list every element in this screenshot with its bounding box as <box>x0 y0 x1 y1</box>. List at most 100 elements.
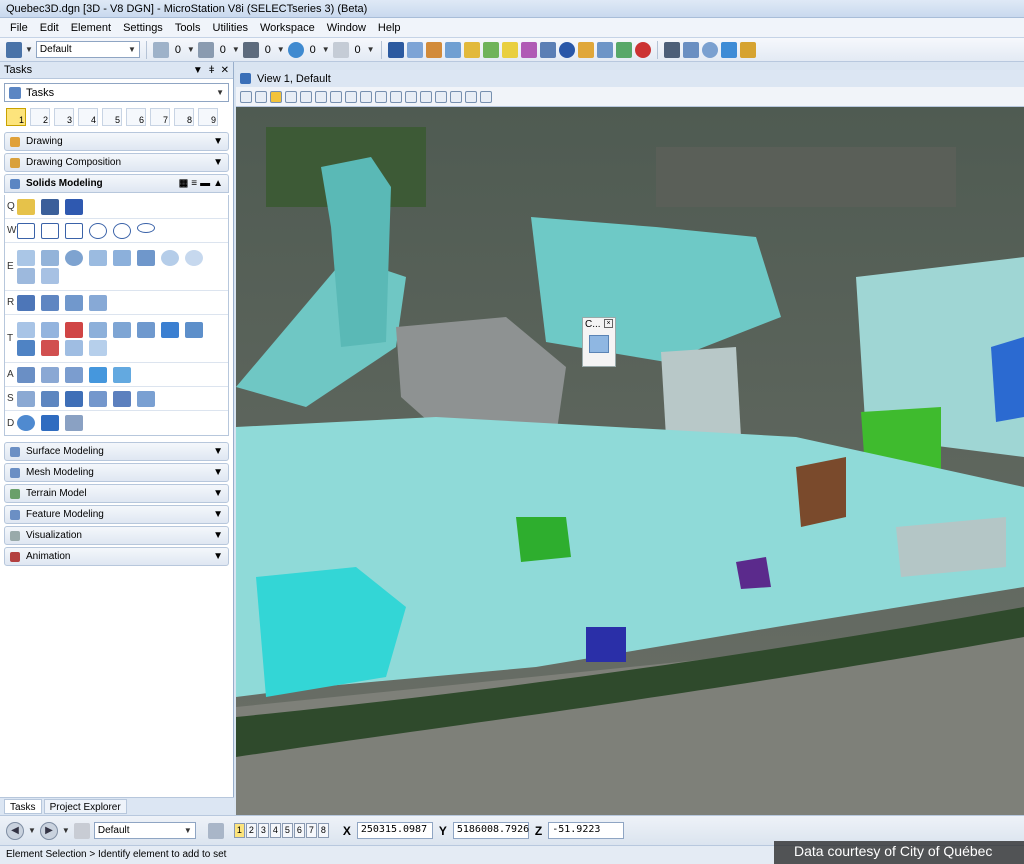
network-icon[interactable] <box>720 41 737 58</box>
delete-tool[interactable]: 8 <box>174 108 194 126</box>
delete-fence-tool[interactable]: 3 <box>54 108 74 126</box>
view-button-3[interactable]: 3 <box>257 823 269 838</box>
menu-workspace[interactable]: Workspace <box>260 22 315 34</box>
task-group-surface-modeling[interactable]: Surface Modeling ▼ <box>4 442 229 461</box>
element-selection-tool[interactable]: 1 <box>6 108 26 126</box>
window-area-icon[interactable] <box>330 90 342 103</box>
menu-settings[interactable]: Settings <box>123 22 163 34</box>
solid-utility-icon[interactable] <box>41 415 59 431</box>
task-select[interactable]: Tasks ▼ <box>4 83 229 102</box>
view-1-viewport[interactable]: C... × <box>236 107 1024 815</box>
raster-icon[interactable] <box>444 41 461 58</box>
polyhedron-icon[interactable] <box>41 267 59 284</box>
primary-tools-icon[interactable] <box>387 41 404 58</box>
shape-icon[interactable] <box>65 222 83 239</box>
zoom-in-icon[interactable] <box>300 90 312 103</box>
task-group-drawing-composition[interactable]: Drawing Composition ▼ <box>4 153 229 172</box>
sweep-icon[interactable] <box>65 294 83 311</box>
slab-icon[interactable] <box>17 249 35 266</box>
references-icon[interactable] <box>425 41 442 58</box>
menu-element[interactable]: Element <box>71 22 111 34</box>
menu-file[interactable]: File <box>10 22 28 34</box>
update-icon[interactable] <box>285 90 297 103</box>
convert-icon[interactable] <box>89 339 107 356</box>
camera-icon[interactable] <box>435 90 447 103</box>
construct-icon[interactable] <box>41 390 59 407</box>
list-view-toggle-icon[interactable]: ≡ <box>191 178 197 189</box>
forward-icon[interactable]: ▶ <box>39 821 58 840</box>
intersection-icon[interactable] <box>89 321 107 338</box>
split-icon[interactable] <box>17 339 35 356</box>
view-button-8[interactable]: 8 <box>317 823 329 838</box>
task-group-animation[interactable]: Animation ▼ <box>4 547 229 566</box>
cylinder-icon[interactable] <box>89 249 107 266</box>
remove-faces-icon[interactable] <box>41 339 59 356</box>
spin-icon[interactable] <box>113 390 131 407</box>
difference-icon[interactable] <box>41 321 59 338</box>
task-group-mesh-modeling[interactable]: Mesh Modeling ▼ <box>4 463 229 482</box>
rectangle-icon[interactable] <box>17 222 35 239</box>
global-solid-icon[interactable] <box>17 415 35 431</box>
revolve-icon[interactable] <box>41 294 59 311</box>
view-button-4[interactable]: 4 <box>269 823 281 838</box>
task-group-terrain-model[interactable]: Terrain Model ▼ <box>4 484 229 503</box>
display-style-icon[interactable] <box>255 90 267 103</box>
scale-tool[interactable]: 7 <box>150 108 170 126</box>
element-attributes-icon[interactable] <box>6 41 22 58</box>
view-button-2[interactable]: 2 <box>245 823 257 838</box>
brush-icon[interactable] <box>73 822 90 839</box>
calculator-icon[interactable] <box>596 41 613 58</box>
move-face-icon[interactable] <box>41 366 59 383</box>
union-icon[interactable] <box>17 321 35 338</box>
task-group-drawing[interactable]: Drawing ▼ <box>4 132 229 151</box>
search-icon[interactable] <box>577 41 594 58</box>
menu-window[interactable]: Window <box>327 22 366 34</box>
color-icon[interactable] <box>152 41 169 58</box>
x-coordinate-field[interactable]: 250315.0987 <box>356 822 433 839</box>
mini-toolbox[interactable]: C... × <box>582 317 616 367</box>
chevron-down-icon[interactable]: ▼ <box>277 45 285 54</box>
list-view-toggle-icon[interactable]: ▬ <box>200 178 210 189</box>
clip-mask-icon[interactable] <box>465 90 477 103</box>
torus-icon[interactable] <box>161 249 179 266</box>
box-icon[interactable] <box>17 267 35 284</box>
draft-icon[interactable] <box>89 390 107 407</box>
pin-icon[interactable]: ǂ <box>209 65 215 76</box>
gear-icon[interactable] <box>137 390 155 407</box>
extrude-icon[interactable] <box>17 294 35 311</box>
view-button-6[interactable]: 6 <box>293 823 305 838</box>
arc-icon[interactable] <box>41 198 59 215</box>
view-groups-icon[interactable] <box>207 822 224 839</box>
face-icon[interactable] <box>185 321 203 338</box>
rotate-view-icon[interactable] <box>360 90 372 103</box>
view-attributes-icon[interactable] <box>240 90 252 103</box>
chevron-down-icon[interactable]: ▼ <box>367 45 375 54</box>
paint-tool[interactable]: 5 <box>102 108 122 126</box>
solid-tool-icon[interactable] <box>589 335 609 353</box>
rotate-face-icon[interactable] <box>65 366 83 383</box>
zoom-out-icon[interactable] <box>315 90 327 103</box>
wedge-icon[interactable] <box>137 249 155 266</box>
pan-icon[interactable] <box>375 90 387 103</box>
globe-icon[interactable] <box>701 41 718 58</box>
transparency-icon[interactable] <box>287 41 304 58</box>
y-coordinate-field[interactable]: 5186008.7926 <box>452 822 529 839</box>
task-group-visualization[interactable]: Visualization ▼ <box>4 526 229 545</box>
stack-icon[interactable] <box>501 41 518 58</box>
view-button-7[interactable]: 7 <box>305 823 317 838</box>
chevron-down-icon[interactable]: ▼ <box>232 45 240 54</box>
view-button-5[interactable]: 5 <box>281 823 293 838</box>
render-icon[interactable] <box>520 41 537 58</box>
view-button-1[interactable]: 1 <box>233 823 245 838</box>
place-point-icon[interactable] <box>17 198 35 215</box>
task-group-feature-modeling[interactable]: Feature Modeling ▼ <box>4 505 229 524</box>
models-icon[interactable] <box>406 41 423 58</box>
imprint-icon[interactable] <box>65 390 83 407</box>
fence-tool[interactable]: 2 <box>30 108 50 126</box>
measure-icon[interactable] <box>539 41 556 58</box>
line-weight-icon[interactable] <box>242 41 259 58</box>
edit-solid-icon[interactable] <box>17 390 35 407</box>
view-settings-icon[interactable] <box>480 90 492 103</box>
chevron-down-icon[interactable]: ▼ <box>28 826 36 835</box>
manipulate-tool[interactable]: 6 <box>126 108 146 126</box>
